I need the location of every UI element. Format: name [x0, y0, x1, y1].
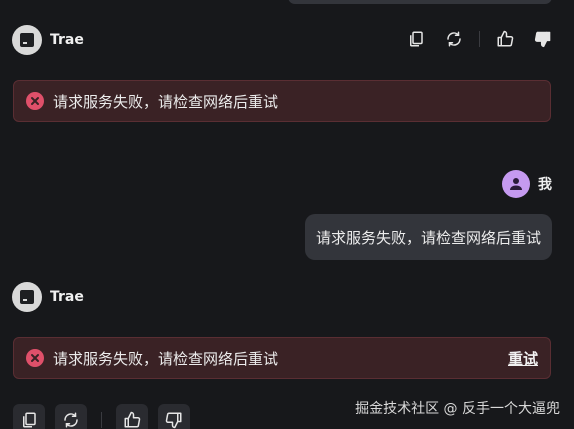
assistant-name: Trae — [50, 32, 84, 48]
divider — [479, 31, 480, 47]
watermark: 掘金技术社区 @ 反手一个大逼兜 — [355, 401, 560, 417]
person-icon — [502, 170, 530, 198]
chat-panel: Trae 请求服务失败，请检查网络后重试 我 请求服务失败，请检查网络后重试 T… — [0, 0, 574, 429]
error-x-icon — [26, 349, 44, 367]
divider — [101, 412, 102, 428]
thumbs-down-icon[interactable] — [530, 26, 556, 52]
thumbs-down-icon[interactable] — [158, 404, 190, 429]
user-name: 我 — [538, 177, 552, 193]
error-message: 请求服务失败，请检查网络后重试 — [53, 349, 279, 368]
refresh-icon[interactable] — [441, 26, 467, 52]
assistant-header: Trae — [12, 282, 84, 312]
copy-icon[interactable] — [13, 404, 45, 429]
assistant-name: Trae — [50, 289, 84, 305]
error-banner: 请求服务失败，请检查网络后重试 — [13, 80, 551, 122]
thumbs-up-icon[interactable] — [492, 26, 518, 52]
refresh-icon[interactable] — [55, 404, 87, 429]
message-actions — [13, 404, 200, 429]
trae-avatar — [12, 25, 42, 55]
thumbs-up-icon[interactable] — [116, 404, 148, 429]
assistant-header: Trae — [12, 25, 84, 55]
previous-message-bubble — [288, 0, 552, 4]
message-actions — [391, 26, 556, 52]
error-x-icon — [26, 92, 44, 110]
error-message: 请求服务失败，请检查网络后重试 — [53, 92, 279, 111]
retry-button[interactable]: 重试 — [508, 348, 538, 369]
error-banner: 请求服务失败，请检查网络后重试 重试 — [13, 337, 551, 379]
copy-icon[interactable] — [403, 26, 429, 52]
user-header: 我 — [502, 170, 552, 198]
trae-avatar — [12, 282, 42, 312]
user-message-bubble: 请求服务失败，请检查网络后重试 — [304, 214, 552, 260]
